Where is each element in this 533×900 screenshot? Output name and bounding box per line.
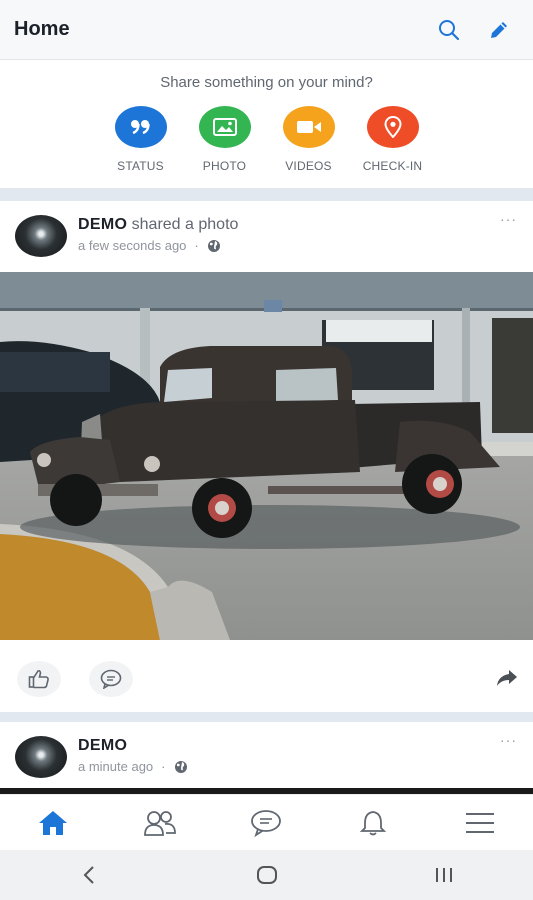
post-header: DEMO a minute ago · ··· [0,722,533,788]
location-pin-icon [383,116,402,138]
video-icon [296,121,321,133]
photo-circle [198,106,251,148]
post-action-text: shared a photo [131,216,239,233]
comment-button[interactable] [89,661,133,697]
photo-label: PHOTO [202,159,247,173]
videos-button[interactable]: VIDEOS [266,106,352,173]
nav-friends[interactable] [107,795,214,850]
post-author[interactable]: DEMO [78,216,127,233]
check-in-circle [366,106,419,148]
quote-icon [130,120,150,135]
truck-photo [0,272,533,640]
friends-icon [143,810,176,836]
system-home-button[interactable] [178,850,356,900]
avatar[interactable] [15,736,67,778]
post-time: a few seconds ago [78,238,187,253]
globe-icon [174,760,187,773]
app-header: Home [0,0,533,60]
post-menu-button[interactable]: ··· [500,732,517,748]
post-photo[interactable] [0,272,533,640]
post-title: DEMO shared a photo [78,216,238,234]
search-button[interactable] [429,10,469,50]
messages-icon [251,809,282,837]
notifications-icon [359,810,387,835]
nav-messages[interactable] [213,795,320,850]
status-button[interactable]: STATUS [98,106,184,173]
back-icon [83,866,94,884]
nav-menu[interactable] [426,795,533,850]
section-divider [0,712,533,722]
nav-home[interactable] [0,795,107,850]
system-back-button[interactable] [0,850,178,900]
share-button[interactable] [495,668,519,693]
post-author[interactable]: DEMO [78,737,127,754]
like-button[interactable] [17,661,61,697]
check-in-label: CHECK-IN [362,159,423,173]
post-time: a minute ago [78,759,154,774]
compose-button[interactable] [479,10,519,50]
comment-icon [100,669,122,689]
avatar[interactable] [15,215,67,257]
videos-label: VIDEOS [285,159,332,173]
composer-prompt[interactable]: Share something on your mind? [0,74,533,91]
photo-icon [212,118,237,136]
nav-notifications[interactable] [320,795,427,850]
page-title: Home [14,18,70,40]
post-meta: a few seconds ago · [78,238,221,253]
check-in-button[interactable]: CHECK-IN [350,106,436,173]
status-circle [114,106,167,148]
home-icon [39,810,68,835]
home-circle-icon [256,866,277,884]
post-meta: a minute ago · [78,759,188,774]
section-divider [0,188,533,201]
edit-icon [491,21,507,38]
composer: Share something on your mind? STATUS PHO… [0,60,533,188]
post-menu-button[interactable]: ··· [500,211,517,227]
status-label: STATUS [117,159,164,173]
recents-icon [436,868,453,882]
videos-circle [282,106,335,148]
photo-button[interactable]: PHOTO [182,106,268,173]
post-actions [0,640,533,712]
composer-actions: STATUS PHOTO VIDEOS CHECK-IN [0,106,533,173]
post-header: DEMO shared a photo a few seconds ago · … [0,201,533,271]
like-icon [28,669,49,689]
share-icon [497,670,517,686]
system-nav-bar [0,850,533,900]
post-title: DEMO [78,737,127,755]
bottom-nav [0,794,533,850]
menu-icon [465,812,494,833]
system-recents-button[interactable] [355,850,533,900]
globe-icon [207,239,220,252]
search-icon [439,19,460,40]
